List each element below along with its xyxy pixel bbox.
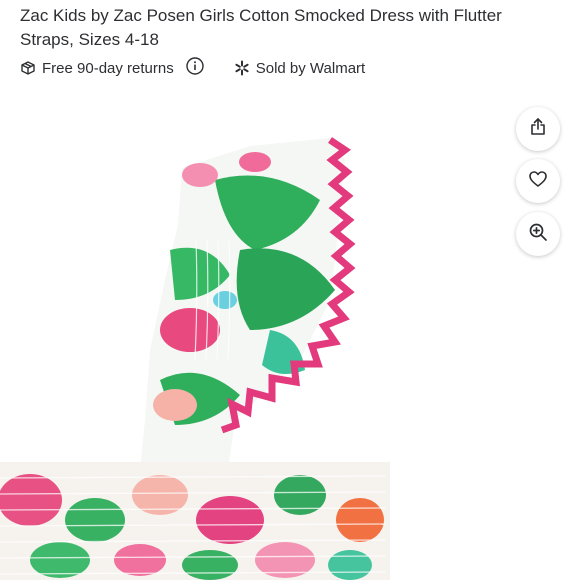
returns-info-button[interactable] <box>186 57 204 79</box>
product-image[interactable] <box>0 96 500 580</box>
returns-info: Free 90-day returns <box>20 60 174 77</box>
product-title: Zac Kids by Zac Posen Girls Cotton Smock… <box>20 6 502 49</box>
returns-label: Free 90-day returns <box>42 59 174 77</box>
share-icon <box>528 117 548 142</box>
favorite-button[interactable] <box>516 159 560 203</box>
share-button[interactable] <box>516 107 560 151</box>
seller-info: Sold by Walmart <box>234 60 365 77</box>
returns-box-icon <box>20 60 36 76</box>
seller-label: Sold by Walmart <box>255 59 366 77</box>
dress-illustration <box>0 137 390 580</box>
heart-icon <box>528 169 548 194</box>
product-meta-row: Free 90-day returns Sold by Walmart <box>20 57 365 79</box>
zoom-button[interactable] <box>516 212 560 256</box>
walmart-spark-icon <box>234 60 250 76</box>
zoom-in-icon <box>528 222 548 247</box>
info-icon <box>186 57 204 79</box>
